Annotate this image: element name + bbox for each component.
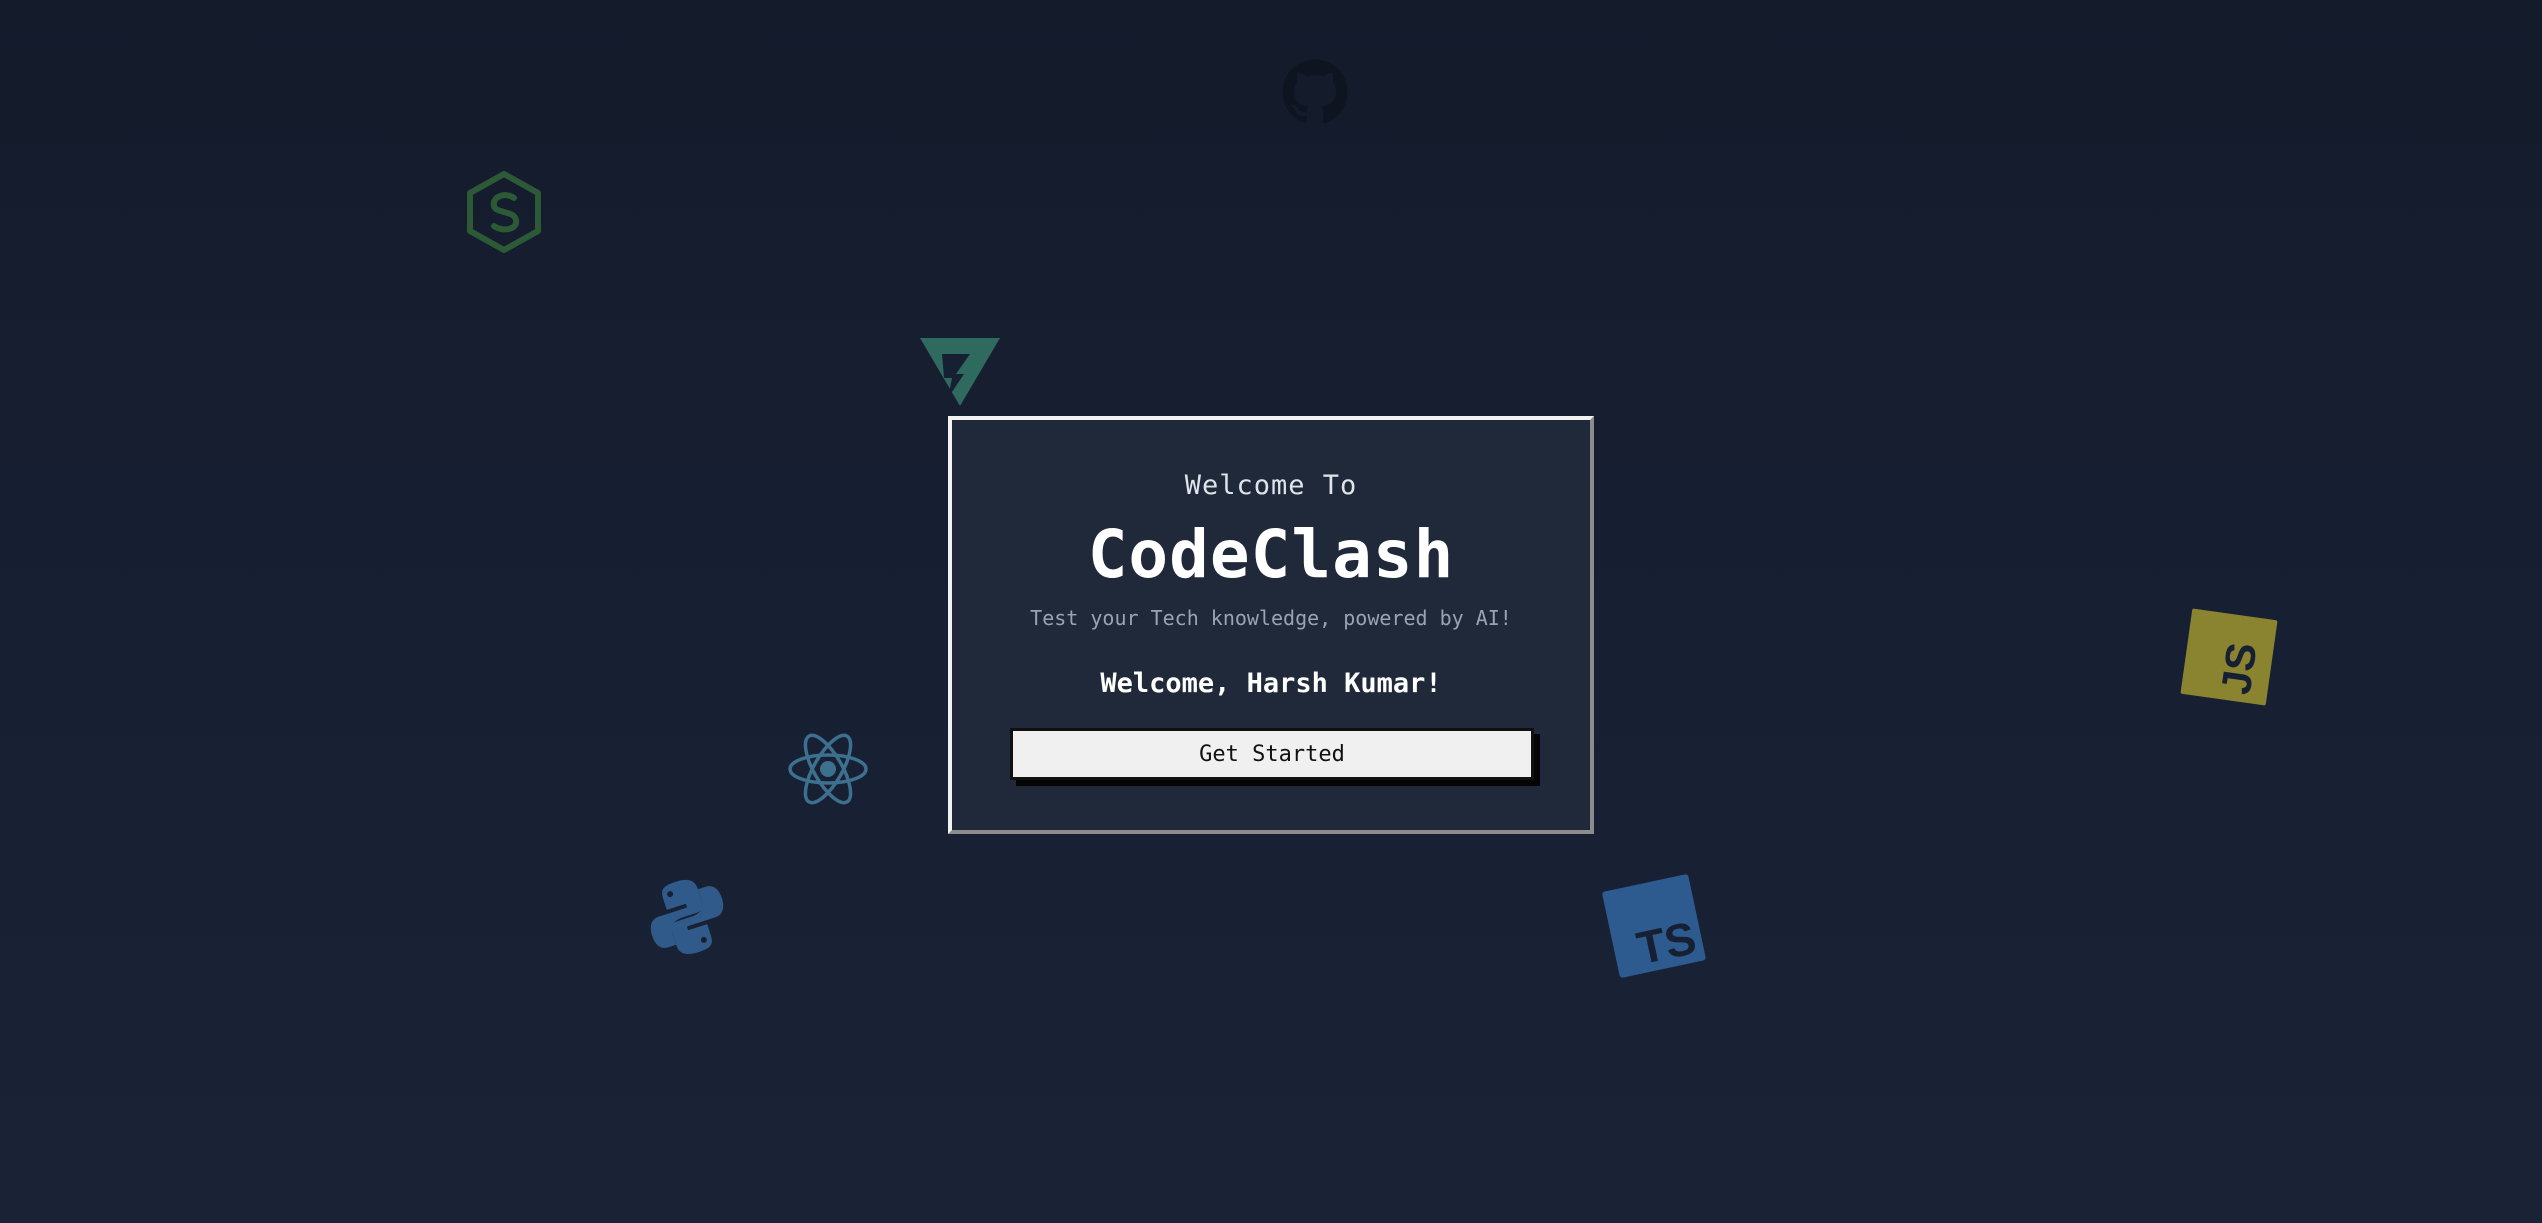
- react-icon: [788, 733, 868, 805]
- typescript-label: TS: [1632, 911, 1701, 975]
- user-greeting: Welcome, Harsh Kumar!: [1100, 668, 1442, 699]
- typescript-icon: TS: [1601, 873, 1707, 979]
- github-icon: [1282, 59, 1348, 124]
- nodejs-icon: [467, 171, 541, 253]
- welcome-card: Welcome To CodeClash Test your Tech know…: [948, 416, 1594, 834]
- python-icon: [650, 879, 724, 955]
- get-started-button[interactable]: Get Started: [1010, 728, 1534, 780]
- javascript-label: JS: [2211, 639, 2266, 698]
- welcome-heading: Welcome To: [1184, 470, 1358, 501]
- javascript-icon: JS: [2180, 608, 2278, 706]
- vitest-icon: [920, 338, 1000, 406]
- tagline: Test your Tech knowledge, powered by AI!: [1030, 606, 1512, 630]
- app-title: CodeClash: [1087, 516, 1455, 593]
